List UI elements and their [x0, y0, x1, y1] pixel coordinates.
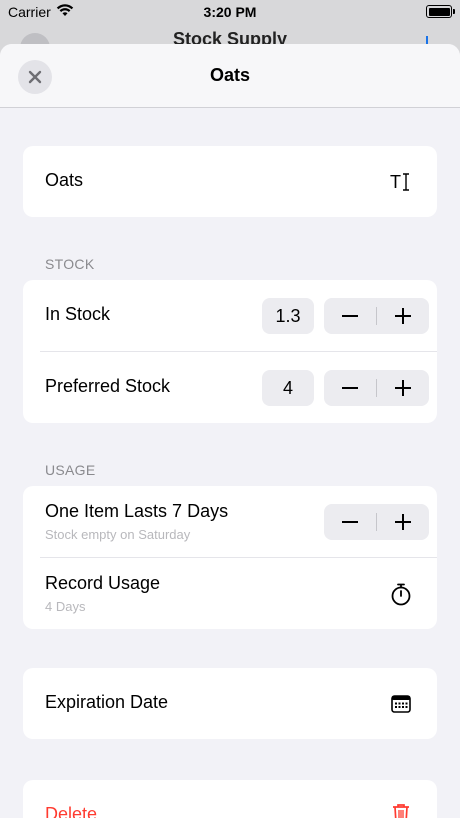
minus-icon — [342, 315, 358, 317]
in-stock-value[interactable]: 1.3 — [262, 298, 314, 334]
text-format-icon[interactable]: T — [389, 170, 413, 194]
svg-text:T: T — [390, 172, 401, 192]
status-bar: Carrier 3:20 PM — [0, 0, 460, 24]
usage-card: One Item Lasts 7 Days Stock empty on Sat… — [23, 486, 437, 629]
item-lasts-decrement-button[interactable] — [324, 504, 376, 540]
trash-icon[interactable] — [389, 802, 413, 818]
preferred-stock-value[interactable]: 4 — [262, 370, 314, 406]
preferred-stock-stepper — [324, 370, 429, 406]
item-lasts-increment-button[interactable] — [377, 504, 429, 540]
delete-button[interactable]: Delete — [45, 804, 97, 818]
preferred-stock-decrement-button[interactable] — [324, 370, 376, 406]
minus-icon — [342, 387, 358, 389]
in-stock-row: In Stock 1.3 — [23, 280, 437, 351]
stock-section-header: STOCK — [45, 256, 95, 272]
plus-icon — [395, 308, 411, 324]
minus-icon — [342, 521, 358, 523]
item-lasts-label: One Item Lasts 7 Days — [45, 501, 229, 521]
stock-card: In Stock 1.3 Preferred Stock 4 — [23, 280, 437, 423]
calendar-icon[interactable] — [389, 692, 413, 716]
battery-icon — [426, 5, 455, 18]
status-time: 3:20 PM — [203, 4, 257, 20]
sheet-navbar: Oats — [0, 44, 460, 108]
expiration-date-label: Expiration Date — [45, 692, 169, 712]
sheet-title: Oats — [209, 65, 251, 85]
record-usage-label: Record Usage — [45, 573, 161, 593]
stock-empty-subtitle: Stock empty on Saturday — [45, 527, 191, 542]
preferred-stock-row: Preferred Stock 4 — [23, 352, 437, 423]
plus-icon — [395, 514, 411, 530]
in-stock-decrement-button[interactable] — [324, 298, 376, 334]
in-stock-stepper — [324, 298, 429, 334]
item-name-field[interactable]: Oats — [45, 170, 83, 191]
in-stock-increment-button[interactable] — [377, 298, 429, 334]
preferred-stock-label: Preferred Stock — [45, 376, 171, 396]
record-usage-row[interactable]: Record Usage 4 Days — [23, 558, 437, 629]
item-lasts-stepper — [324, 504, 429, 540]
plus-icon — [395, 380, 411, 396]
usage-section-header: USAGE — [45, 462, 96, 478]
item-lasts-row: One Item Lasts 7 Days Stock empty on Sat… — [23, 486, 437, 557]
record-usage-subtitle: 4 Days — [45, 599, 86, 614]
item-detail-sheet: Oats Oats T STOCK In Stock 1.3 Preferred… — [0, 44, 460, 818]
preferred-stock-increment-button[interactable] — [377, 370, 429, 406]
expiration-card[interactable]: Expiration Date — [23, 668, 437, 739]
stopwatch-icon[interactable] — [389, 582, 413, 606]
in-stock-label: In Stock — [45, 304, 111, 324]
delete-card[interactable]: Delete — [23, 780, 437, 818]
name-card: Oats T — [23, 146, 437, 217]
